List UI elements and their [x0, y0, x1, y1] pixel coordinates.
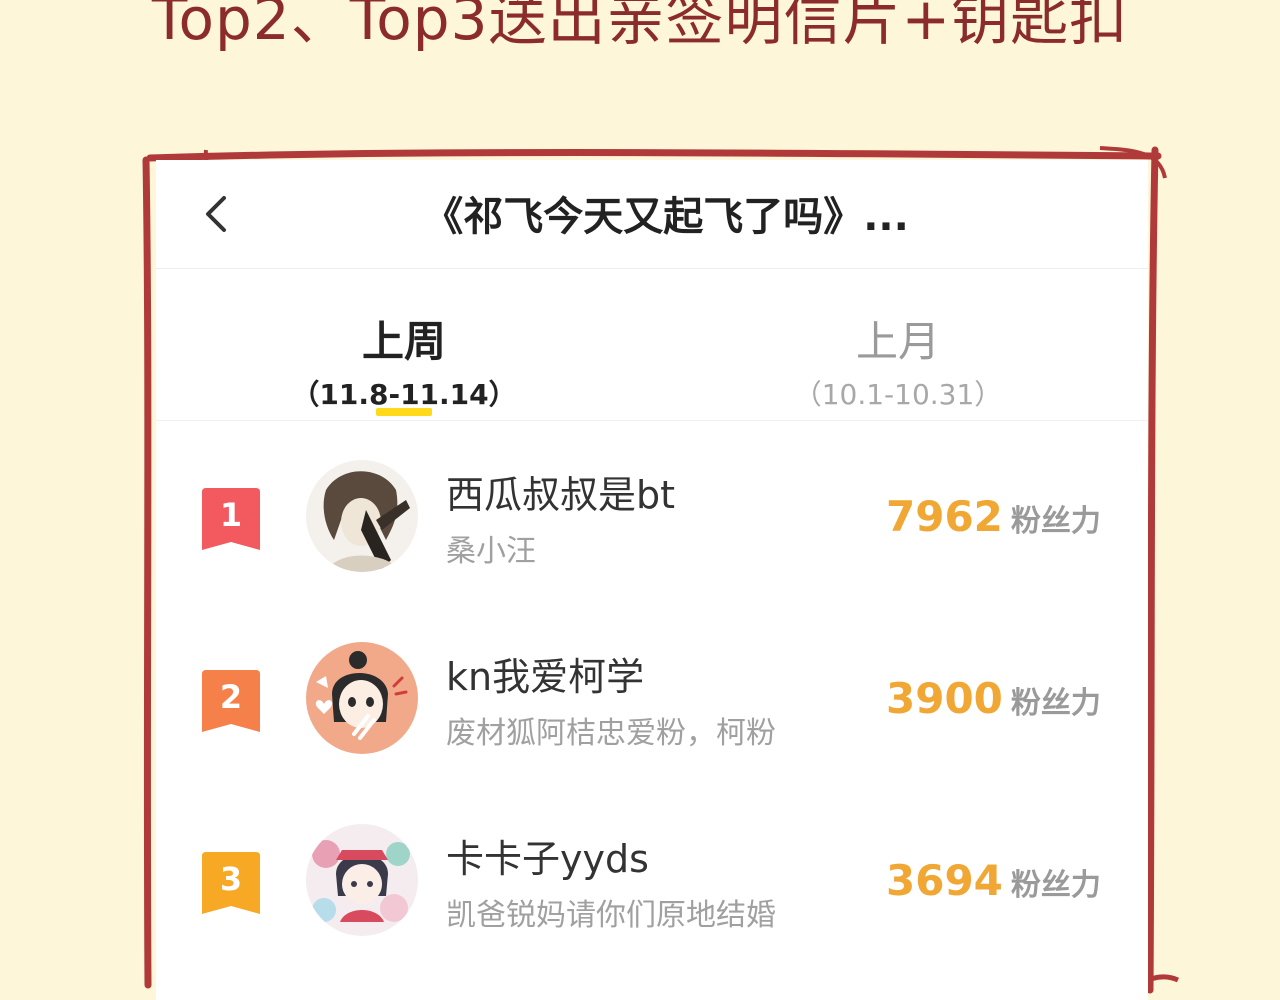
avatar[interactable]: [306, 460, 418, 572]
ranking-row-2[interactable]: 2 kn我爱柯学 废材狐阿桔忠爱粉，柯粉 3900 粉丝力: [156, 604, 1148, 786]
rank-number: 2: [219, 678, 243, 716]
active-tab-indicator: [376, 408, 432, 416]
tab-last-week[interactable]: 上周 （11.8-11.14）: [254, 268, 554, 420]
rank-badge: 2: [202, 670, 260, 732]
user-subtitle: 桑小汪: [446, 534, 536, 569]
chevron-left-icon[interactable]: [196, 188, 236, 238]
period-tabs: 上周 （11.8-11.14） 上月 （10.1-10.31）: [156, 268, 1148, 421]
avatar[interactable]: [306, 824, 418, 936]
user-subtitle: 凯爸锐妈请你们原地结婚: [446, 898, 776, 933]
score-unit: 粉丝力: [1010, 686, 1101, 721]
fan-power-score: 3694 粉丝力: [886, 856, 1106, 905]
tab-date-range: （10.1-10.31）: [793, 378, 1003, 411]
tab-label: 上周: [361, 317, 446, 366]
ranking-row-3[interactable]: 3 卡卡子yyds 凯爸锐妈请你们原地结婚 3694 粉丝力: [156, 786, 1148, 968]
page-title: 《祁飞今天又起飞了吗》...: [423, 194, 909, 240]
score-value: 7962: [886, 492, 1003, 541]
tab-label: 上月: [855, 317, 940, 366]
header-bar: 《祁飞今天又起飞了吗》...: [156, 160, 1148, 269]
fan-power-score: 3900 粉丝力: [886, 674, 1106, 723]
ranking-row-1[interactable]: 1 西瓜叔叔是bt 桑小汪 7962 粉丝力: [156, 422, 1148, 604]
avatar[interactable]: [306, 642, 418, 754]
tab-last-month[interactable]: 上月 （10.1-10.31）: [748, 268, 1048, 420]
user-subtitle: 废材狐阿桔忠爱粉，柯粉: [446, 716, 776, 751]
user-name: kn我爱柯学: [446, 655, 645, 699]
user-name: 卡卡子yyds: [446, 837, 649, 881]
ranking-card: 《祁飞今天又起飞了吗》... 上周 （11.8-11.14） 上月 （10.1-…: [156, 160, 1148, 1000]
score-value: 3694: [886, 856, 1003, 905]
score-value: 3900: [886, 674, 1003, 723]
avatar-girl-icon: [306, 642, 418, 754]
avatar-illustration-icon: [306, 824, 418, 936]
user-name: 西瓜叔叔是bt: [446, 473, 676, 517]
rank-number: 3: [219, 860, 243, 898]
avatar-sketch-icon: [306, 460, 418, 572]
rank-badge: 3: [202, 852, 260, 914]
rank-number: 1: [219, 496, 243, 534]
tab-date-range: （11.8-11.14）: [291, 378, 517, 411]
rank-badge: 1: [202, 488, 260, 550]
score-unit: 粉丝力: [1010, 868, 1101, 903]
score-unit: 粉丝力: [1010, 504, 1101, 539]
fan-power-score: 7962 粉丝力: [886, 492, 1106, 541]
